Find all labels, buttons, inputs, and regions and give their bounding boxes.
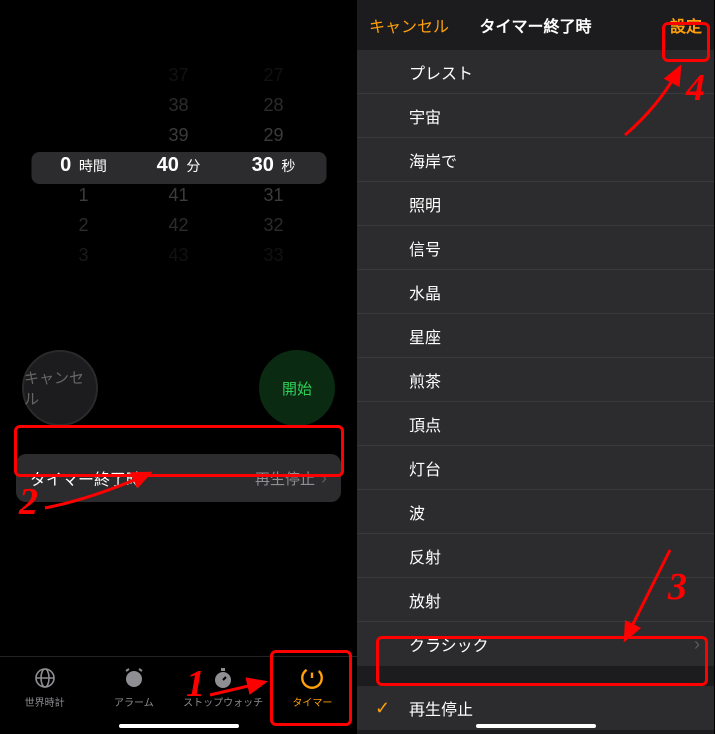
sound-item[interactable]: 照明 bbox=[357, 182, 714, 226]
end-value: 再生停止 bbox=[255, 468, 315, 489]
home-indicator[interactable] bbox=[476, 724, 596, 728]
sound-item[interactable]: 水晶 bbox=[357, 270, 714, 314]
sound-item[interactable]: 信号 bbox=[357, 226, 714, 270]
sound-item[interactable]: 灯台 bbox=[357, 446, 714, 490]
timer-screen: 0 時間 1 2 3 37 38 39 40 分 41 42 43 27 28 … bbox=[0, 0, 357, 734]
modal-cancel-button[interactable]: キャンセル bbox=[369, 13, 449, 37]
alarm-icon bbox=[120, 665, 148, 691]
tab-stopwatch[interactable]: ストップウォッチ bbox=[183, 665, 263, 709]
sound-item[interactable]: 宇宙 bbox=[357, 94, 714, 138]
sound-item[interactable]: 放射 bbox=[357, 578, 714, 622]
start-button[interactable]: 開始 bbox=[259, 350, 335, 426]
end-label: タイマー終了時 bbox=[30, 466, 142, 490]
tab-worldclock[interactable]: 世界時計 bbox=[5, 665, 85, 709]
tab-bar: 世界時計 アラーム ストップウォッチ タイマー bbox=[0, 656, 357, 734]
check-icon: ✓ bbox=[375, 698, 390, 719]
modal-set-button[interactable]: 設定 bbox=[670, 13, 702, 37]
sound-item[interactable]: クラシック› bbox=[357, 622, 714, 666]
sound-item[interactable]: 頂点 bbox=[357, 402, 714, 446]
chevron-right-icon: › bbox=[694, 634, 700, 655]
timer-icon bbox=[298, 665, 326, 691]
tab-timer[interactable]: タイマー bbox=[272, 665, 352, 709]
seconds-column[interactable]: 27 28 29 30 秒 31 32 33 bbox=[226, 60, 321, 270]
sound-item[interactable]: 星座 bbox=[357, 314, 714, 358]
sound-item[interactable]: 反射 bbox=[357, 534, 714, 578]
cancel-button[interactable]: キャンセル bbox=[22, 350, 98, 426]
sound-item[interactable]: 海岸で bbox=[357, 138, 714, 182]
when-timer-ends-row[interactable]: タイマー終了時 再生停止 › bbox=[16, 454, 341, 502]
sound-item[interactable]: プレスト bbox=[357, 50, 714, 94]
tab-alarm[interactable]: アラーム bbox=[94, 665, 174, 709]
hours-column[interactable]: 0 時間 1 2 3 bbox=[36, 60, 131, 270]
modal-header: キャンセル タイマー終了時 設定 bbox=[357, 0, 714, 50]
chevron-right-icon: › bbox=[321, 468, 327, 489]
sound-item[interactable]: 煎茶 bbox=[357, 358, 714, 402]
globe-icon bbox=[31, 665, 59, 691]
minutes-column[interactable]: 37 38 39 40 分 41 42 43 bbox=[131, 60, 226, 270]
sound-list: プレスト宇宙海岸で照明信号水晶星座煎茶頂点灯台波反射放射クラシック› bbox=[357, 50, 714, 666]
sound-selection-modal: キャンセル タイマー終了時 設定 プレスト宇宙海岸で照明信号水晶星座煎茶頂点灯台… bbox=[357, 0, 714, 734]
sound-item[interactable]: 波 bbox=[357, 490, 714, 534]
time-picker[interactable]: 0 時間 1 2 3 37 38 39 40 分 41 42 43 27 28 … bbox=[0, 60, 357, 270]
home-indicator[interactable] bbox=[119, 724, 239, 728]
stopwatch-icon bbox=[209, 665, 237, 691]
